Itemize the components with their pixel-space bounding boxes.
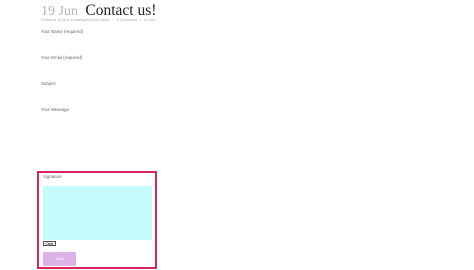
- signature-label: Signature: [43, 174, 62, 179]
- name-field-label: Your Name (required): [41, 29, 84, 34]
- clear-signature-button[interactable]: Clear: [43, 241, 56, 246]
- post-meta: Posted at 12:06 in Uncategorized by admi…: [41, 18, 156, 22]
- post-meta-likes[interactable]: 0 Likes: [144, 18, 155, 22]
- signature-pad[interactable]: [43, 186, 152, 240]
- send-button[interactable]: Send: [43, 252, 76, 266]
- meta-separator: /: [112, 18, 114, 22]
- signature-section-highlight: Signature Clear Send: [37, 171, 157, 269]
- subject-field-label: Subject: [41, 81, 56, 86]
- post-meta-comments[interactable]: 0 Comments: [117, 18, 137, 22]
- meta-separator: /: [140, 18, 142, 22]
- message-field-label: Your Message: [41, 107, 69, 112]
- post-meta-author[interactable]: by admin: [95, 18, 110, 22]
- post-meta-posted: Posted at 12:06 in Uncategorized: [41, 18, 95, 22]
- page-title: Contact us!: [85, 2, 157, 19]
- email-field-label: Your Email (required): [41, 55, 83, 60]
- post-date: 19 Jun: [41, 4, 78, 19]
